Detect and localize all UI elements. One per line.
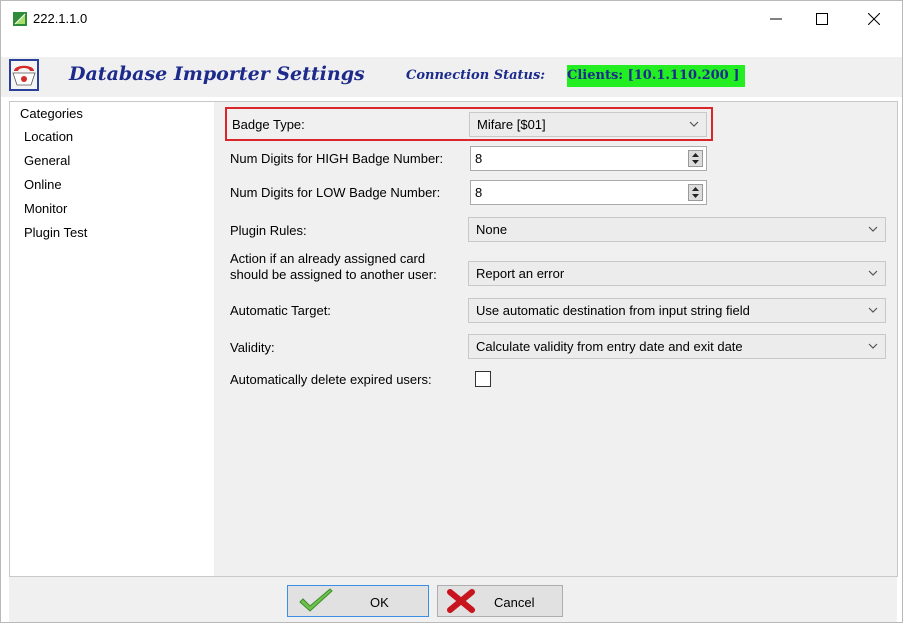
high-digits-value: 8: [475, 151, 483, 166]
minimize-icon: [770, 18, 782, 20]
up-down-arrows-icon: [692, 153, 699, 164]
assigned-card-value: Report an error: [476, 266, 565, 281]
high-digits-spinner[interactable]: 8: [470, 146, 707, 171]
sidebar-item-plugin-test[interactable]: Plugin Test: [24, 225, 87, 240]
validity-label: Validity:: [230, 340, 275, 355]
categories-list[interactable]: Categories Location General Online Monit…: [9, 101, 215, 577]
delete-expired-label: Automatically delete expired users:: [230, 372, 432, 387]
chevron-down-icon: [868, 226, 878, 232]
high-digits-label: Num Digits for HIGH Badge Number:: [230, 151, 444, 166]
assigned-card-label-line2: should be assigned to another user:: [230, 267, 437, 282]
highlight-box: [225, 107, 713, 141]
chevron-down-icon: [868, 343, 878, 349]
chevron-down-icon: [868, 270, 878, 276]
app-icon: [13, 12, 27, 26]
validity-value: Calculate validity from entry date and e…: [476, 339, 743, 354]
assigned-card-label-line1: Action if an already assigned card: [230, 251, 426, 266]
page-title: Database Importer Settings: [69, 63, 365, 85]
red-badge-logo-icon: [9, 59, 39, 91]
connection-status-label: Connection Status:: [406, 68, 546, 83]
dialog-footer: OK Cancel: [9, 577, 897, 622]
automatic-target-value: Use automatic destination from input str…: [476, 303, 750, 318]
ok-label: OK: [370, 595, 389, 610]
up-down-arrows-icon: [692, 187, 699, 198]
spinner-arrows-icon[interactable]: [688, 184, 703, 201]
close-button[interactable]: [851, 1, 897, 37]
window-title: 222.1.1.0: [33, 11, 88, 26]
categories-heading: Categories: [20, 106, 83, 121]
delete-expired-checkbox[interactable]: [475, 371, 491, 387]
plugin-rules-select[interactable]: None: [468, 217, 886, 242]
title-bar: 222.1.1.0: [1, 1, 902, 37]
maximize-button[interactable]: [799, 1, 845, 37]
maximize-icon: [816, 13, 828, 25]
sidebar-item-monitor[interactable]: Monitor: [24, 201, 67, 216]
validity-select[interactable]: Calculate validity from entry date and e…: [468, 334, 886, 359]
sidebar-item-general[interactable]: General: [24, 153, 70, 168]
chevron-down-icon: [868, 307, 878, 313]
checkmark-icon: [299, 588, 333, 612]
red-x-icon: [447, 589, 475, 613]
app-window: 222.1.1.0 Database Importer Settings Con…: [0, 0, 903, 623]
close-icon: [868, 13, 880, 25]
sidebar-item-location[interactable]: Location: [24, 129, 73, 144]
ok-button[interactable]: OK: [287, 585, 429, 617]
settings-header: Database Importer Settings Connection St…: [1, 57, 902, 97]
connection-status-value: Clients: [10.1.110.200 ]: [567, 65, 746, 87]
sidebar-item-online[interactable]: Online: [24, 177, 62, 192]
plugin-rules-label: Plugin Rules:: [230, 223, 307, 238]
spinner-arrows-icon[interactable]: [688, 150, 703, 167]
cancel-button[interactable]: Cancel: [437, 585, 563, 617]
minimize-button[interactable]: [753, 1, 799, 37]
low-digits-spinner[interactable]: 8: [470, 180, 707, 205]
low-digits-value: 8: [475, 185, 483, 200]
plugin-rules-value: None: [476, 222, 508, 237]
automatic-target-label: Automatic Target:: [230, 303, 331, 318]
low-digits-label: Num Digits for LOW Badge Number:: [230, 185, 441, 200]
assigned-card-select[interactable]: Report an error: [468, 261, 886, 286]
cancel-label: Cancel: [494, 595, 535, 610]
automatic-target-select[interactable]: Use automatic destination from input str…: [468, 298, 886, 323]
